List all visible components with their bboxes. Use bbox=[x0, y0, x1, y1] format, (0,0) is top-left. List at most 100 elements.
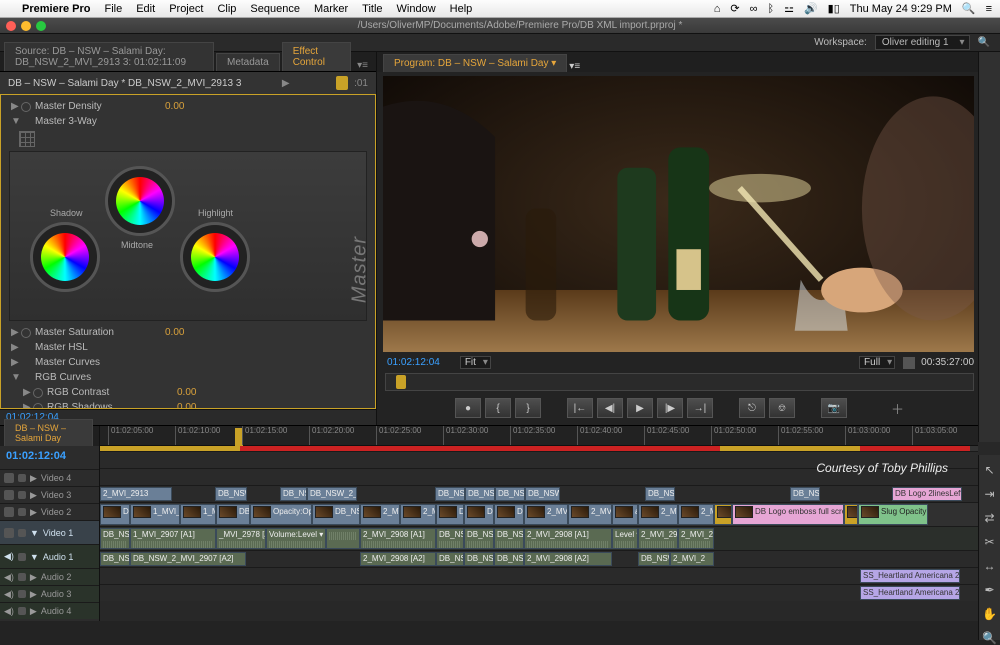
clip[interactable]: DB Logo 2linesLeft.jpg bbox=[892, 487, 962, 501]
step-back-button[interactable]: ◀| bbox=[597, 398, 623, 418]
clip[interactable]: 1_MVI_2907 bbox=[180, 504, 216, 525]
clip[interactable]: 2_MVI_2908 bbox=[524, 504, 568, 525]
clip[interactable]: SS_Heartland Americana 2 bbox=[860, 569, 960, 583]
clip[interactable]: DB_NSW_2 bbox=[525, 487, 560, 501]
zoom-fit-select[interactable]: Fit bbox=[460, 356, 491, 369]
clip[interactable]: DB_NS bbox=[100, 528, 130, 549]
clip[interactable]: 2_MVI_2908 bbox=[400, 504, 436, 525]
clip[interactable]: DB_NS bbox=[100, 504, 130, 525]
track-select-tool-icon[interactable]: ⇥ bbox=[984, 487, 994, 501]
add-marker-button[interactable]: ● bbox=[455, 398, 481, 418]
menu-marker[interactable]: Marker bbox=[314, 3, 348, 15]
mark-out-button[interactable]: } bbox=[515, 398, 541, 418]
ripple-tool-icon[interactable]: ⇄ bbox=[984, 511, 994, 525]
clip[interactable]: DB_NSW bbox=[436, 504, 464, 525]
clip[interactable]: 2_MVI_2908 [A2] bbox=[524, 552, 612, 566]
clip[interactable]: Level ▾ bbox=[612, 528, 638, 549]
menu-file[interactable]: File bbox=[104, 3, 122, 15]
time-ruler[interactable]: 01:02:05:0001:02:10:0001:02:15:0001:02:2… bbox=[100, 426, 978, 446]
clock[interactable]: Thu May 24 9:29 PM bbox=[850, 3, 952, 15]
wifi-icon[interactable]: ⚍ bbox=[784, 2, 794, 15]
menu-project[interactable]: Project bbox=[169, 3, 203, 15]
hand-tool-icon[interactable]: ✋ bbox=[982, 607, 997, 621]
track-header-a2[interactable]: ◀)▶ Audio 2 bbox=[0, 568, 99, 585]
spotlight-icon[interactable]: 🔍 bbox=[962, 2, 976, 15]
menu-clip[interactable]: Clip bbox=[217, 3, 236, 15]
track-a4[interactable]: SS_Heartland Americana 2 bbox=[100, 584, 978, 601]
grid-icon[interactable] bbox=[19, 131, 35, 147]
zoom-icon[interactable] bbox=[36, 21, 46, 31]
clip[interactable]: SS_Heartland Americana 2 bbox=[860, 586, 960, 600]
highlight-wheel[interactable]: Highlight bbox=[180, 222, 250, 292]
menu-title[interactable]: Title bbox=[362, 3, 382, 15]
tab-effect-controls[interactable]: Effect Control bbox=[282, 42, 351, 71]
fx-master-curves[interactable]: Master Curves bbox=[35, 357, 100, 368]
clip[interactable]: 2_MVI_2 bbox=[670, 552, 714, 566]
fx-master-density-value[interactable]: 0.00 bbox=[165, 101, 184, 112]
fx-master-hsl[interactable]: Master HSL bbox=[35, 342, 88, 353]
menu-help[interactable]: Help bbox=[450, 3, 473, 15]
clip[interactable]: DB_NSW_2_MVI_2907 [A2] bbox=[130, 552, 246, 566]
clip[interactable]: 1_MVI_2907 [A1] bbox=[130, 528, 216, 549]
volume-icon[interactable]: 🔊 bbox=[804, 2, 818, 15]
clip[interactable]: DB_NSW_2_M bbox=[494, 552, 524, 566]
clip[interactable]: DB_NSW bbox=[494, 528, 524, 549]
fx-rgb-curves[interactable]: RGB Curves bbox=[35, 372, 91, 383]
clip[interactable]: 1_MVI_2907 bbox=[130, 504, 180, 525]
minimize-icon[interactable] bbox=[21, 21, 31, 31]
sync-icon[interactable]: ⟳ bbox=[730, 2, 739, 15]
timeline-tracks-area[interactable]: 01:02:05:0001:02:10:0001:02:15:0001:02:2… bbox=[100, 426, 978, 621]
clip[interactable]: DB_NSW bbox=[464, 528, 494, 549]
clip[interactable]: 2_MVI_2908 bbox=[360, 504, 400, 525]
track-header-v4[interactable]: ▶ Video 4 bbox=[0, 469, 99, 486]
clip[interactable]: _MVI_2978 [A1] bbox=[216, 528, 266, 549]
track-v1[interactable]: DB_NS1_MVI_29071_MVI_2907DB_NSW_2_MOpaci… bbox=[100, 502, 978, 526]
goto-out-button[interactable]: →| bbox=[687, 398, 713, 418]
clip[interactable]: DB_NSW_2 bbox=[312, 504, 360, 525]
clip[interactable]: acity ▾ bbox=[612, 504, 638, 525]
clip[interactable]: 2_MVI_2908 bbox=[568, 504, 612, 525]
clip[interactable]: DB_NSW_2_M bbox=[464, 552, 494, 566]
clip[interactable] bbox=[326, 528, 360, 549]
clip[interactable]: 2_MVI_29 bbox=[678, 504, 714, 525]
shadow-wheel[interactable]: Shadow bbox=[30, 222, 100, 292]
lift-button[interactable]: ⎋ bbox=[739, 398, 765, 418]
clip[interactable]: 2_MVI_2913 bbox=[100, 487, 172, 501]
bluetooth-icon[interactable]: ᛒ bbox=[767, 3, 774, 15]
app-menu[interactable]: Premiere Pro bbox=[22, 3, 90, 15]
track-a2[interactable]: DB_NSW DB_NSW_2_MVI_2907 [A2] 2_MVI_2908 [… bbox=[100, 550, 978, 567]
clip[interactable]: DB_NSW_2 bbox=[495, 487, 525, 501]
clip[interactable]: DB_NSW_2_MVI_29: bbox=[307, 487, 357, 501]
clip[interactable]: Slug Opacity:Opacity ▾ bbox=[858, 504, 928, 525]
tab-source[interactable]: Source: DB – NSW – Salami Day: DB_NSW_2_… bbox=[4, 42, 214, 71]
midtone-wheel[interactable]: Midtone bbox=[105, 166, 175, 236]
clip[interactable]: DB_NSW_2 bbox=[638, 552, 670, 566]
button-editor-icon[interactable]: ＋ bbox=[891, 399, 904, 418]
pen-tool-icon[interactable]: ✒ bbox=[984, 583, 994, 597]
program-monitor-viewport[interactable] bbox=[383, 76, 974, 352]
slip-tool-icon[interactable]: ↔ bbox=[984, 559, 996, 573]
track-v2[interactable]: 2_MVI_2913DB_NSWDB_NSWDB_NSW_2_MVI_29:DB… bbox=[100, 485, 978, 502]
clip[interactable]: DB Logo emboss full screen.jpg ▾ bbox=[732, 504, 844, 525]
panel-menu-icon[interactable]: ▾≡ bbox=[569, 61, 580, 72]
track-a1[interactable]: DB_NS1_MVI_2907 [A1]_MVI_2978 [A1]Volume… bbox=[100, 526, 978, 550]
menu-edit[interactable]: Edit bbox=[136, 3, 155, 15]
clip[interactable]: DB_NSW_2 bbox=[645, 487, 675, 501]
fx-rgb-contrast-value[interactable]: 0.00 bbox=[177, 387, 196, 398]
search-icon[interactable]: 🔍 bbox=[978, 37, 990, 48]
clip[interactable]: 2_MVI_2908 [A2] bbox=[360, 552, 436, 566]
panel-menu-icon[interactable]: ▾≡ bbox=[353, 60, 372, 71]
clip[interactable]: DB_NSW bbox=[436, 552, 464, 566]
clip[interactable]: DB_NSW_2 bbox=[465, 487, 495, 501]
notifications-icon[interactable]: ≡ bbox=[986, 3, 992, 15]
program-scrub-bar[interactable] bbox=[385, 373, 974, 391]
battery-icon[interactable]: ▮▯ bbox=[828, 2, 840, 15]
fx-master-sat-value[interactable]: 0.00 bbox=[165, 327, 184, 338]
timeline-tc[interactable]: 01:02:12:04 bbox=[0, 446, 99, 464]
clip[interactable]: 2_MVI_2908 [A1] bbox=[524, 528, 612, 549]
track-header-v1[interactable]: ▼ Video 1 bbox=[0, 520, 99, 544]
clip[interactable]: Crc bbox=[844, 504, 858, 525]
wrench-icon[interactable] bbox=[903, 357, 915, 369]
track-header-a4[interactable]: ◀)▶ Audio 4 bbox=[0, 602, 99, 619]
clip[interactable]: DB_NSW bbox=[436, 528, 464, 549]
